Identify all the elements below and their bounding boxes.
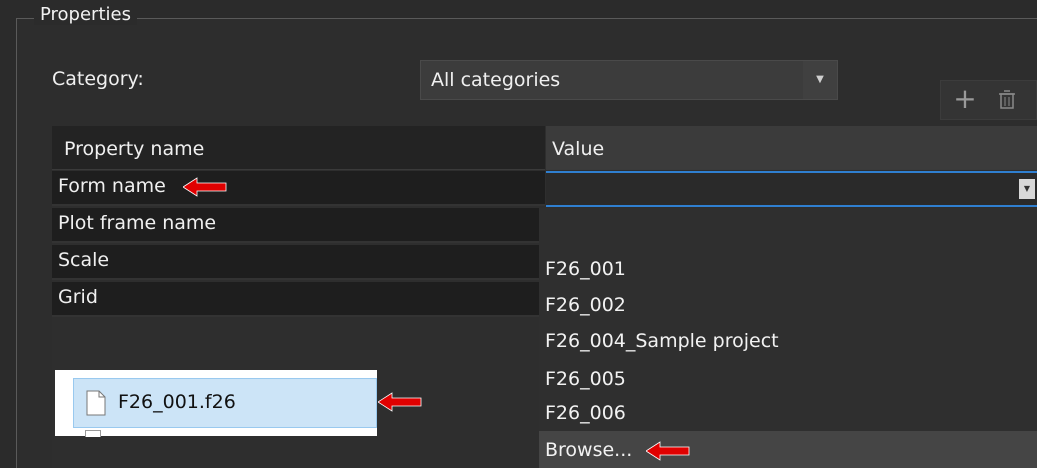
property-name: Form name xyxy=(58,175,166,197)
delete-button[interactable] xyxy=(989,83,1025,117)
property-name: Plot frame name xyxy=(58,212,217,234)
dropdown-option[interactable]: F26_001 xyxy=(545,258,626,280)
property-name: Grid xyxy=(58,286,98,308)
category-selected-value: All categories xyxy=(431,69,561,91)
column-header-label: Value xyxy=(552,138,605,160)
annotation-arrow-icon xyxy=(378,392,422,412)
file-explorer-inset: F26_001.f26 xyxy=(55,370,377,437)
annotation-arrow-icon xyxy=(646,441,690,461)
add-button[interactable]: + xyxy=(947,83,983,117)
file-icon xyxy=(85,430,101,437)
plus-icon: + xyxy=(953,82,977,115)
column-header-value[interactable]: Value xyxy=(546,126,1037,170)
toolbar: + xyxy=(940,80,1037,120)
category-select[interactable]: All categories ▼ xyxy=(420,60,838,100)
file-icon xyxy=(86,390,106,416)
annotation-arrow-icon xyxy=(183,177,227,197)
group-title: Properties xyxy=(34,4,137,25)
file-item[interactable]: F26_001.f26 xyxy=(73,378,377,428)
column-header-property-name[interactable]: Property name xyxy=(52,126,545,170)
table-row[interactable]: Scale xyxy=(52,245,545,280)
table-row[interactable]: Form name xyxy=(52,171,545,206)
form-name-dropdown-list: F26_001 F26_002 F26_004_Sample project F… xyxy=(539,208,1037,468)
column-header-label: Property name xyxy=(64,138,205,160)
dropdown-option[interactable]: F26_004_Sample project xyxy=(545,330,779,352)
chevron-down-icon[interactable]: ▼ xyxy=(1019,179,1035,199)
browse-option[interactable]: Browse... xyxy=(539,431,1037,468)
dropdown-option[interactable]: F26_005 xyxy=(545,368,626,390)
chevron-down-icon[interactable]: ▼ xyxy=(803,61,837,99)
browse-label: Browse... xyxy=(545,439,633,461)
category-label: Category: xyxy=(52,68,144,90)
file-name: F26_001.f26 xyxy=(118,391,236,413)
dropdown-option[interactable]: F26_002 xyxy=(545,294,626,316)
trash-icon xyxy=(999,90,1015,109)
table-row[interactable]: Grid xyxy=(52,282,545,317)
table-row[interactable]: Plot frame name xyxy=(52,208,545,243)
form-name-value-combobox[interactable]: ▼ xyxy=(546,171,1037,207)
property-name: Scale xyxy=(58,249,110,271)
dropdown-option[interactable]: F26_006 xyxy=(545,402,626,424)
